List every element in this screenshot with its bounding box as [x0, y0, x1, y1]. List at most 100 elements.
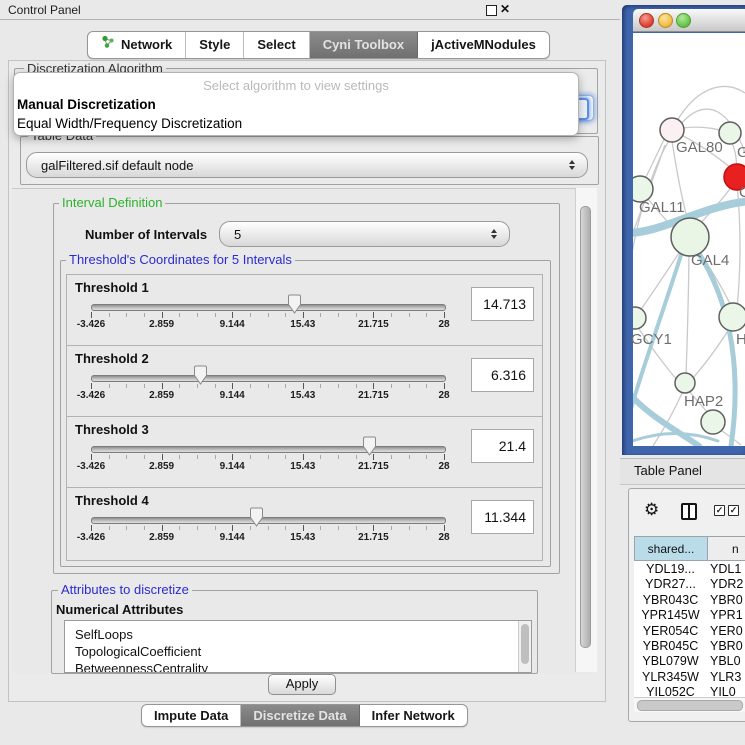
cell-shared-name: YDR27... [634, 577, 707, 592]
table-row[interactable]: YLR345WYLR3 [634, 670, 745, 685]
vertical-scrollbar-thumb[interactable] [580, 206, 591, 648]
list-item[interactable]: TopologicalCoefficient [65, 643, 531, 660]
tick-minor [179, 384, 180, 388]
table-row[interactable]: YDR27...YDR2 [634, 577, 745, 592]
threshold-value-field[interactable]: 11.344 [471, 500, 534, 534]
tick-minor [391, 313, 392, 317]
threshold-value-field[interactable]: 21.4 [471, 429, 534, 463]
close-traffic-light-icon[interactable] [639, 13, 654, 28]
slider-track[interactable] [91, 446, 446, 453]
tick-major [162, 312, 163, 318]
cell-name: YIL0 [710, 685, 736, 697]
tab-label: Discretize Data [253, 706, 346, 725]
tab-label: Infer Network [372, 706, 455, 725]
list-scrollbar-thumb[interactable] [521, 624, 529, 664]
slider-thumb[interactable] [249, 507, 264, 527]
gear-icon[interactable]: ⚙ [644, 500, 659, 520]
minimize-traffic-light-icon[interactable] [658, 13, 673, 28]
combo-stepper-icon [569, 160, 575, 171]
column-header-name[interactable]: n [707, 536, 745, 561]
checkbox-icon[interactable]: ✓ [728, 505, 739, 516]
tick-label: -3.426 [66, 319, 116, 330]
tick-major [232, 383, 233, 389]
tick-major [444, 312, 445, 318]
num-intervals-combobox[interactable]: 5 [219, 221, 510, 247]
tick-major [444, 383, 445, 389]
table-row[interactable]: YER054CYER0 [634, 624, 745, 639]
tick-label: 9.144 [207, 319, 257, 330]
cell-shared-name: YLR345W [634, 670, 707, 685]
column-header-shared-name[interactable]: shared... [634, 536, 708, 561]
apply-button[interactable]: Apply [268, 674, 336, 695]
tick-major [373, 525, 374, 531]
tick-major [444, 525, 445, 531]
horizontal-scrollbar-thumb[interactable] [637, 700, 743, 711]
list-scrollbar[interactable] [518, 621, 531, 672]
tick-major [303, 525, 304, 531]
threshold-value-field[interactable]: 6.316 [471, 358, 534, 392]
num-intervals-value: 5 [220, 227, 491, 242]
table-row[interactable]: YBR043CYBR0 [634, 593, 745, 608]
list-item[interactable]: BetweennessCentrality [65, 660, 531, 673]
table-data-combobox[interactable]: galFiltered.sif default node [26, 152, 588, 178]
thresholds-group-title: Threshold's Coordinates for 5 Intervals [66, 253, 295, 266]
cell-shared-name: YDL19... [634, 562, 707, 577]
node-red [724, 164, 745, 190]
list-item[interactable]: SelfLoops [65, 626, 531, 643]
tab-cyni-toolbox[interactable]: Cyni Toolbox [310, 32, 418, 58]
table-row[interactable]: YPR145WYPR1 [634, 608, 745, 623]
slider-track[interactable] [91, 304, 446, 311]
tab-infer-network[interactable]: Infer Network [360, 705, 467, 726]
table-row[interactable]: YBL079WYBL0 [634, 654, 745, 669]
cell-shared-name: YBR043C [634, 593, 707, 608]
tick-label: 15.43 [278, 532, 328, 543]
table-row[interactable]: YBR045CYBR0 [634, 639, 745, 654]
algorithm-option-manual-discretization[interactable]: Manual Discretization [16, 96, 577, 114]
table-panel-title: Table Panel [634, 463, 702, 478]
threshold-value-field[interactable]: 14.713 [471, 287, 534, 321]
tick-minor [320, 313, 321, 317]
tick-minor [409, 313, 410, 317]
slider-track[interactable] [91, 375, 446, 382]
algorithm-option-equal-width-frequency-discretization[interactable]: Equal Width/Frequency Discretization [16, 115, 577, 133]
tick-minor [126, 455, 127, 459]
close-icon[interactable]: ✕ [500, 2, 510, 16]
tick-minor [320, 384, 321, 388]
tab-label: Style [199, 33, 230, 57]
network-canvas[interactable] [633, 33, 745, 446]
float-window-icon[interactable] [486, 5, 497, 16]
tick-major [303, 454, 304, 460]
tick-minor [426, 313, 427, 317]
num-intervals-label: Number of Intervals [85, 227, 207, 242]
tick-label: 21.715 [348, 461, 398, 472]
tab-impute-data[interactable]: Impute Data [142, 705, 241, 726]
table-row[interactable]: YDL19...YDL1 [634, 562, 745, 577]
tab-select[interactable]: Select [244, 32, 309, 58]
tick-minor [391, 526, 392, 530]
checkbox-icon[interactable]: ✓ [714, 505, 725, 516]
tab-network[interactable]: Network [88, 32, 186, 58]
tab-label: Cyni Toolbox [323, 33, 404, 57]
slider-thumb[interactable] [287, 294, 302, 314]
table-row[interactable]: YIL052CYIL0 [634, 685, 745, 697]
control-panel-titlebar: Control Panel ✕ [0, 0, 620, 20]
tab-style[interactable]: Style [186, 32, 244, 58]
zoom-traffic-light-icon[interactable] [676, 13, 691, 28]
tab-discretize-data[interactable]: Discretize Data [241, 705, 359, 726]
tab-jactivemnodules[interactable]: jActiveMNodules [418, 32, 549, 58]
tick-minor [179, 313, 180, 317]
network-window-titlebar[interactable] [633, 9, 745, 32]
tick-label: 21.715 [348, 390, 398, 401]
slider-thumb[interactable] [193, 365, 208, 385]
vertical-scrollbar[interactable] [575, 188, 597, 672]
threshold-stack: Threshold 1-3.4262.8599.14415.4321.71528… [66, 274, 543, 562]
threshold-label: Threshold 4 [75, 493, 149, 508]
attributes-listbox[interactable]: SelfLoopsTopologicalCoefficientBetweenne… [64, 620, 532, 673]
tick-label: 2.859 [137, 532, 187, 543]
tick-minor [338, 313, 339, 317]
tick-minor [126, 313, 127, 317]
slider-thumb[interactable] [362, 436, 377, 456]
slider-track[interactable] [91, 517, 446, 524]
columns-icon[interactable] [681, 503, 697, 520]
combo-stepper-icon [491, 229, 497, 240]
